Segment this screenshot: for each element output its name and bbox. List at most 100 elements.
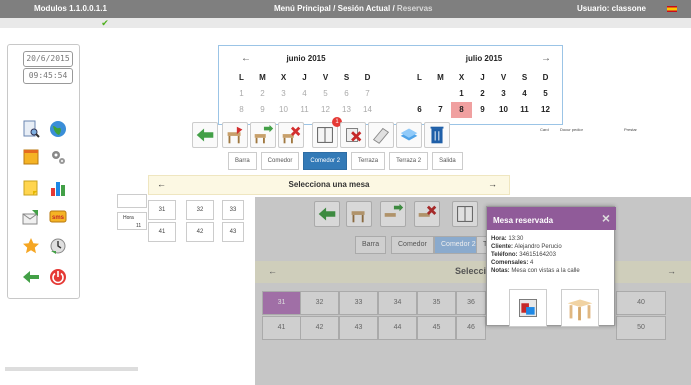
breadcrumb-session[interactable]: Sesión Actual: [338, 4, 391, 13]
calendar-day[interactable]: 12: [315, 102, 336, 118]
calendar-day[interactable]: 5: [315, 86, 336, 102]
next-arrow-icon[interactable]: →: [667, 266, 676, 276]
tab-barra[interactable]: Barra: [228, 152, 257, 170]
table-cell[interactable]: 36: [456, 291, 486, 315]
sidebar: 20/6/2015 09:45:54 sms: [7, 44, 80, 299]
weekday: X: [280, 73, 287, 82]
gears-icon[interactable]: [49, 148, 67, 166]
reservation-book-icon[interactable]: [452, 201, 478, 227]
calendar-day[interactable]: 4: [294, 86, 315, 102]
calendar-day[interactable]: 11: [514, 102, 535, 118]
calendar-day[interactable]: 10: [273, 102, 294, 118]
calendar-day[interactable]: 2: [252, 86, 273, 102]
table-cell[interactable]: 33: [222, 200, 244, 220]
table-cell[interactable]: 42: [300, 316, 339, 340]
calendar-day[interactable]: 9: [472, 102, 493, 118]
calendar-day[interactable]: 7: [430, 102, 451, 118]
notebook-icon[interactable]: [22, 148, 40, 166]
tab-salida[interactable]: Salida: [432, 152, 463, 170]
table-delete-icon[interactable]: [414, 201, 440, 227]
horizontal-scrollbar[interactable]: [5, 367, 138, 371]
notes-icon[interactable]: [22, 179, 40, 197]
table-cell[interactable]: 41: [262, 316, 301, 340]
tab-comedor-2[interactable]: Comedor 2: [303, 152, 348, 170]
table-cell[interactable]: 32: [186, 200, 214, 220]
tab-comedor[interactable]: Comedor: [260, 152, 300, 170]
table-cell[interactable]: 43: [339, 316, 378, 340]
table-move-icon[interactable]: [250, 122, 276, 148]
calendar-day[interactable]: [430, 86, 451, 102]
spain-flag-icon[interactable]: [667, 6, 677, 12]
calendar-day[interactable]: 8: [231, 102, 252, 118]
calendar-day[interactable]: 1: [231, 86, 252, 102]
user-label[interactable]: Usuario: classone: [577, 4, 646, 13]
close-icon[interactable]: ×: [602, 210, 610, 226]
document-search-icon[interactable]: [22, 120, 40, 138]
table-icon[interactable]: [561, 289, 599, 327]
table-cell[interactable]: 40: [616, 291, 666, 315]
clock-icon[interactable]: [49, 237, 67, 255]
calendar-day[interactable]: 5: [535, 86, 556, 102]
table-cell[interactable]: 43: [222, 222, 244, 242]
calendar-day[interactable]: 6: [409, 102, 430, 118]
table-cell[interactable]: 34: [378, 291, 417, 315]
table-cell[interactable]: 45: [417, 316, 456, 340]
calendar-day[interactable]: 3: [493, 86, 514, 102]
reserved-table-cell[interactable]: 31: [262, 291, 301, 315]
calendar-day[interactable]: 2: [472, 86, 493, 102]
back-arrow-icon[interactable]: [192, 122, 218, 148]
calendar-day[interactable]: 4: [514, 86, 535, 102]
calendar-day[interactable]: 10: [493, 102, 514, 118]
table-cell[interactable]: 42: [186, 222, 214, 242]
calendar-day[interactable]: 7: [357, 86, 378, 102]
prev-arrow-icon[interactable]: ←: [268, 266, 277, 276]
bar-chart-icon[interactable]: [49, 179, 67, 197]
search-input[interactable]: [117, 194, 147, 208]
breadcrumb-menu[interactable]: Menú Principal: [274, 4, 331, 13]
calendar-day[interactable]: 13: [336, 102, 357, 118]
weekday: L: [417, 73, 422, 82]
calendar-day[interactable]: 14: [357, 102, 378, 118]
table-move-icon[interactable]: [380, 201, 406, 227]
notepad-icon[interactable]: [368, 122, 394, 148]
room-tabs: Barra Comedor Comedor 2 Terraza Terraza …: [228, 152, 463, 170]
calendar-day[interactable]: 9: [252, 102, 273, 118]
table-cell[interactable]: 44: [378, 316, 417, 340]
next-arrow-icon[interactable]: →: [488, 179, 497, 189]
next-month-arrow-icon[interactable]: →: [541, 53, 551, 64]
calendar-day[interactable]: 1: [451, 86, 472, 102]
tab-terraza-2[interactable]: Terraza 2: [389, 152, 429, 170]
table-cell[interactable]: 32: [300, 291, 339, 315]
sms-icon[interactable]: sms: [49, 208, 67, 226]
table-cell[interactable]: 46: [456, 316, 486, 340]
check-icon[interactable]: ✔: [98, 18, 112, 28]
calendar-day[interactable]: 11: [294, 102, 315, 118]
table-cell[interactable]: 31: [148, 200, 176, 220]
mail-send-icon[interactable]: [22, 208, 40, 226]
power-icon[interactable]: [49, 268, 67, 286]
back-arrow-icon[interactable]: [22, 268, 40, 286]
trash-icon[interactable]: [424, 122, 450, 148]
table-cell[interactable]: 50: [616, 316, 666, 340]
layers-icon[interactable]: [396, 122, 422, 148]
table-cell[interactable]: 35: [417, 291, 456, 315]
table-edit-icon[interactable]: [222, 122, 248, 148]
table-edit-icon[interactable]: [346, 201, 372, 227]
back-arrow-icon[interactable]: [314, 201, 340, 227]
calendar-day[interactable]: 12: [535, 102, 556, 118]
calendar-day-selected[interactable]: 8: [451, 102, 472, 118]
table-delete-icon[interactable]: [278, 122, 304, 148]
calendar-day[interactable]: 6: [336, 86, 357, 102]
tab-comedor[interactable]: Comedor: [391, 236, 434, 254]
table-cell[interactable]: 33: [339, 291, 378, 315]
star-icon[interactable]: [22, 237, 40, 255]
tab-barra[interactable]: Barra: [355, 236, 387, 254]
calendar-day[interactable]: 3: [273, 86, 294, 102]
tab-terraza[interactable]: Terraza: [351, 152, 386, 170]
reservation-detail-icon[interactable]: [509, 289, 547, 327]
calendar-day[interactable]: [409, 86, 430, 102]
globe-icon[interactable]: [49, 120, 67, 138]
table-cell[interactable]: 41: [148, 222, 176, 242]
client-label: Cliente:: [491, 244, 514, 250]
cancel-reservation-icon[interactable]: [340, 122, 366, 148]
